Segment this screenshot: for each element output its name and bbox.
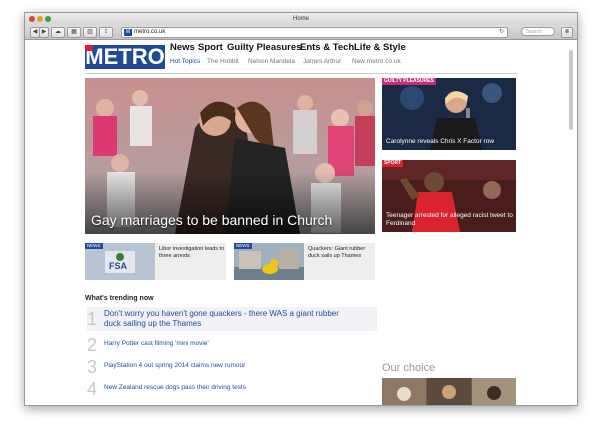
scrollbar-thumb[interactable] xyxy=(569,50,573,130)
subnav-the-hobbit[interactable]: The Hobbit xyxy=(207,58,239,65)
icloud-icon[interactable]: ☁ xyxy=(51,27,65,38)
reading-list-icon[interactable]: ▥ xyxy=(83,27,97,38)
metro-logo[interactable]: METRO xyxy=(85,45,165,69)
small-story-caption: Libor investigation leads to three arres… xyxy=(159,246,225,259)
zoom-window-icon[interactable] xyxy=(45,16,51,22)
subnav-new-metro[interactable]: New metro.co.uk xyxy=(352,58,401,65)
address-bar[interactable]: Mmetro.co.uk ↻ xyxy=(121,27,508,38)
title-bar: Home xyxy=(25,13,577,25)
nav-guilty-pleasures[interactable]: Guilty Pleasures xyxy=(227,42,301,53)
main-story-headline[interactable]: Gay marriages to be banned in Church xyxy=(91,212,332,228)
trending-rank: 4 xyxy=(87,379,98,399)
browser-toolbar: ◀ ▶ ☁ ▦ ▥ ⇪ Mmetro.co.uk ↻ Search ⊗ xyxy=(25,25,577,40)
trending-item[interactable]: 3 PlayStation 4 out spring 2014 claims n… xyxy=(87,358,377,376)
small-story-libor[interactable]: FSA NEWS Libor investigation leads to th… xyxy=(85,243,226,280)
url-text: metro.co.uk xyxy=(134,29,166,35)
small-story-tag: NEWS xyxy=(234,243,252,249)
site-favicon-icon: M xyxy=(124,29,132,36)
search-input[interactable]: Search xyxy=(521,27,555,36)
close-window-icon[interactable] xyxy=(29,16,35,22)
subnav-james-arthur[interactable]: James Arthur xyxy=(303,58,341,65)
trending-item[interactable]: 1 Don't worry you haven't gone quackers … xyxy=(87,307,377,331)
small-story-thumbnail: NEWS xyxy=(234,243,304,280)
fsa-sign-text: FSA xyxy=(109,261,127,271)
trending-link[interactable]: New Zealand rescue dogs pass their drivi… xyxy=(104,384,246,391)
top-sites-icon[interactable]: ▦ xyxy=(67,27,81,38)
side-story-tag: SPORT xyxy=(382,160,404,167)
reload-icon[interactable]: ↻ xyxy=(499,28,504,37)
side-story-caption: Carolynne reveals Chris X Factor row xyxy=(386,138,495,145)
subnav-hot-topics[interactable]: Hot Topics xyxy=(170,58,200,65)
window-title: Home xyxy=(292,16,309,22)
side-story-guilty-pleasures[interactable]: GUILTY PLEASURES Carolynne reveals Chris… xyxy=(382,78,516,150)
small-story-tag: NEWS xyxy=(85,243,103,249)
trending-item[interactable]: 4 New Zealand rescue dogs pass their dri… xyxy=(87,380,377,398)
trending-link[interactable]: Harry Potter cast filming 'mini movie' xyxy=(104,340,209,347)
nav-life-style[interactable]: Life & Style xyxy=(354,42,406,53)
page-content: METRO News Sport Guilty Pleasures Ents &… xyxy=(25,40,577,405)
side-story-tag: GUILTY PLEASURES xyxy=(382,78,436,85)
nav-ents-tech[interactable]: Ents & Tech xyxy=(300,42,354,53)
minimize-window-icon[interactable] xyxy=(37,16,43,22)
forward-arrow-icon[interactable]: ▶ xyxy=(39,27,49,38)
trending-rank: 1 xyxy=(87,309,98,329)
trending-heading: What's trending now xyxy=(85,295,154,302)
main-story-image[interactable] xyxy=(85,78,375,234)
logo-ribbon-icon xyxy=(85,45,93,51)
share-icon[interactable]: ⇪ xyxy=(99,27,113,38)
nav-sport[interactable]: Sport xyxy=(198,42,223,53)
small-story-caption: Quackers: Giant rubber duck sails up Tha… xyxy=(308,246,366,259)
trending-rank: 3 xyxy=(87,357,98,377)
header-divider xyxy=(85,73,517,74)
side-story-caption: Teenager arrested for alleged racist twe… xyxy=(386,212,513,227)
subnav-nelson-mandela[interactable]: Nelson Mandela xyxy=(248,58,295,65)
downloads-icon[interactable]: ⊗ xyxy=(561,27,573,38)
browser-window: Home ◀ ▶ ☁ ▦ ▥ ⇪ Mmetro.co.uk ↻ Search ⊗… xyxy=(24,12,578,406)
small-story-rubber-duck[interactable]: NEWS Quackers: Giant rubber duck sails u… xyxy=(234,243,375,280)
nav-news[interactable]: News xyxy=(170,42,195,53)
trending-link[interactable]: Don't worry you haven't gone quackers - … xyxy=(104,309,354,329)
trending-rank: 2 xyxy=(87,335,98,355)
trending-link[interactable]: PlayStation 4 out spring 2014 claims new… xyxy=(104,362,245,369)
trending-item[interactable]: 2 Harry Potter cast filming 'mini movie' xyxy=(87,336,377,354)
our-choice-heading: Our choice xyxy=(382,362,436,374)
small-story-thumbnail: FSA NEWS xyxy=(85,243,155,280)
side-story-sport[interactable]: SPORT Teenager arrested for alleged raci… xyxy=(382,160,516,232)
our-choice-images[interactable] xyxy=(382,378,516,405)
